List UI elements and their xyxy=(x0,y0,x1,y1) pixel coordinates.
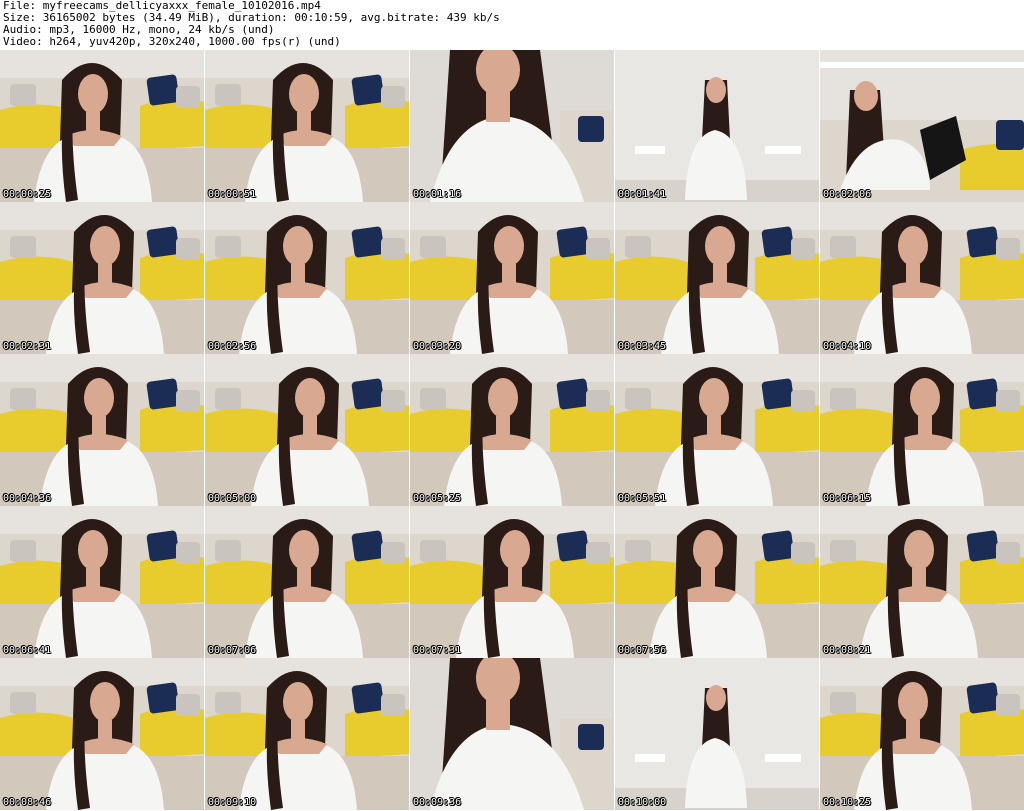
thumbnail-timestamp: 00:05:51 xyxy=(618,493,667,504)
video-thumbnail: 00:05:25 xyxy=(410,354,614,506)
video-info-line: Video: h264, yuv420p, 320x240, 1000.00 f… xyxy=(3,36,341,48)
thumbnail-timestamp: 00:08:46 xyxy=(3,797,52,808)
video-thumbnail: 00:02:06 xyxy=(820,50,1024,202)
video-thumbnail: 00:07:56 xyxy=(615,506,819,658)
thumbnail-timestamp: 00:05:00 xyxy=(208,493,257,504)
video-thumbnail: 00:05:00 xyxy=(205,354,409,506)
thumbnail-timestamp: 00:02:31 xyxy=(3,341,52,352)
thumbnail-image xyxy=(205,658,409,810)
video-thumbnail: 00:00:25 xyxy=(0,50,204,202)
video-thumbnail: 00:02:56 xyxy=(205,202,409,354)
thumbnail-image xyxy=(615,202,819,354)
thumbnail-image xyxy=(410,354,614,506)
thumbnail-timestamp: 00:03:45 xyxy=(618,341,667,352)
video-thumbnail: 00:09:36 xyxy=(410,658,614,810)
video-thumbnail: 00:00:51 xyxy=(205,50,409,202)
thumbnail-image xyxy=(410,202,614,354)
video-thumbnail: 00:10:00 xyxy=(615,658,819,810)
file-size-line: Size: 36165002 bytes (34.49 MiB), durati… xyxy=(3,12,500,24)
thumbnail-image xyxy=(0,50,204,202)
video-thumbnail: 00:06:15 xyxy=(820,354,1024,506)
thumbnail-image xyxy=(615,50,819,202)
thumbnail-image xyxy=(820,658,1024,810)
thumbnail-timestamp: 00:02:56 xyxy=(208,341,257,352)
thumbnail-timestamp: 00:00:51 xyxy=(208,189,257,200)
video-thumbnail: 00:08:21 xyxy=(820,506,1024,658)
file-name-line: File: myfreecams_dellicyaxxx_female_1010… xyxy=(3,0,321,12)
thumbnail-image xyxy=(0,658,204,810)
thumbnail-timestamp: 00:00:25 xyxy=(3,189,52,200)
thumbnail-timestamp: 00:07:06 xyxy=(208,645,257,656)
thumbnail-image xyxy=(615,658,819,810)
thumbnail-timestamp: 00:09:36 xyxy=(413,797,462,808)
thumbnail-image xyxy=(0,354,204,506)
thumbnail-timestamp: 00:05:25 xyxy=(413,493,462,504)
audio-info-line: Audio: mp3, 16000 Hz, mono, 24 kb/s (und… xyxy=(3,24,275,36)
video-thumbnail: 00:10:25 xyxy=(820,658,1024,810)
thumbnail-image xyxy=(0,202,204,354)
thumbnail-image xyxy=(205,50,409,202)
video-thumbnail: 00:03:20 xyxy=(410,202,614,354)
video-thumbnail: 00:05:51 xyxy=(615,354,819,506)
video-thumbnail: 00:02:31 xyxy=(0,202,204,354)
thumbnail-timestamp: 00:01:16 xyxy=(413,189,462,200)
video-thumbnail: 00:01:16 xyxy=(410,50,614,202)
thumbnail-image xyxy=(820,202,1024,354)
thumbnail-timestamp: 00:07:31 xyxy=(413,645,462,656)
thumbnail-timestamp: 00:10:00 xyxy=(618,797,667,808)
thumbnail-image xyxy=(820,354,1024,506)
thumbnail-timestamp: 00:04:10 xyxy=(823,341,872,352)
thumbnail-image xyxy=(615,506,819,658)
thumbnail-grid: 00:00:25 00:00:51 00:01:16 00:01:41 00:02:06… xyxy=(0,50,1024,811)
thumbnail-timestamp: 00:08:21 xyxy=(823,645,872,656)
thumbnail-timestamp: 00:02:06 xyxy=(823,189,872,200)
file-info-header: File: myfreecams_dellicyaxxx_female_1010… xyxy=(3,0,1021,48)
video-thumbnail: 00:04:10 xyxy=(820,202,1024,354)
video-thumbnail: 00:06:41 xyxy=(0,506,204,658)
thumbnail-timestamp: 00:03:20 xyxy=(413,341,462,352)
thumbnail-image xyxy=(410,50,614,202)
thumbnail-timestamp: 00:07:56 xyxy=(618,645,667,656)
thumbnail-image xyxy=(820,50,1024,202)
thumbnail-timestamp: 00:09:10 xyxy=(208,797,257,808)
video-thumbnail: 00:09:10 xyxy=(205,658,409,810)
video-thumbnail: 00:07:06 xyxy=(205,506,409,658)
thumbnail-image xyxy=(615,354,819,506)
video-thumbnail: 00:08:46 xyxy=(0,658,204,810)
thumbnail-image xyxy=(410,506,614,658)
thumbnail-image xyxy=(410,658,614,810)
video-thumbnail: 00:01:41 xyxy=(615,50,819,202)
thumbnail-timestamp: 00:04:36 xyxy=(3,493,52,504)
thumbnail-image xyxy=(820,506,1024,658)
video-thumbnail: 00:07:31 xyxy=(410,506,614,658)
thumbnail-timestamp: 00:01:41 xyxy=(618,189,667,200)
thumbnail-image xyxy=(0,506,204,658)
thumbnail-image xyxy=(205,354,409,506)
thumbnail-timestamp: 00:10:25 xyxy=(823,797,872,808)
thumbnail-timestamp: 00:06:41 xyxy=(3,645,52,656)
video-thumbnail: 00:03:45 xyxy=(615,202,819,354)
video-thumbnail: 00:04:36 xyxy=(0,354,204,506)
thumbnail-image xyxy=(205,506,409,658)
thumbnail-image xyxy=(205,202,409,354)
thumbnail-timestamp: 00:06:15 xyxy=(823,493,872,504)
